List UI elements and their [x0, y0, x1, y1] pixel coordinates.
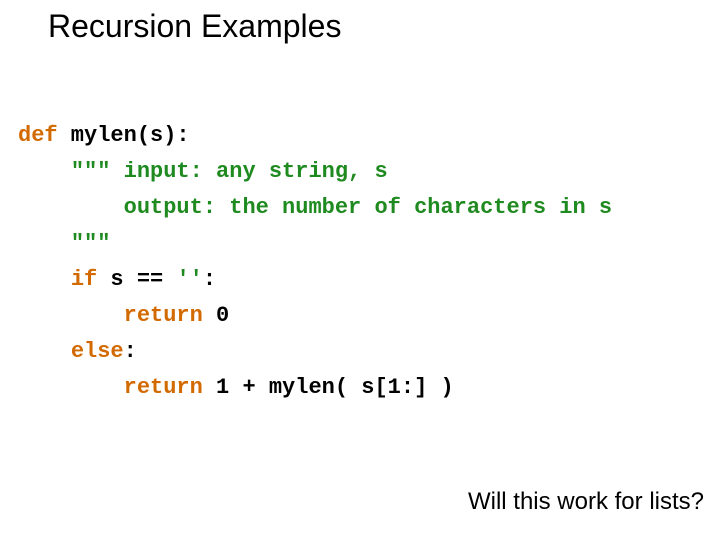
keyword-else: else	[71, 339, 124, 364]
code-indent	[18, 195, 124, 220]
string-literal: ''	[176, 267, 202, 292]
docstring-close: """	[71, 231, 111, 256]
docstring-text: input: any string, s	[110, 159, 387, 184]
code-text: :	[203, 267, 216, 292]
code-indent	[18, 375, 124, 400]
question-text: Will this work for lists?	[468, 488, 704, 516]
code-indent	[18, 339, 71, 364]
keyword-return: return	[124, 375, 203, 400]
code-indent	[18, 303, 124, 328]
docstring-text: output: the number of characters in s	[124, 195, 612, 220]
code-indent	[18, 231, 71, 256]
slide-title: Recursion Examples	[48, 8, 341, 45]
code-block: def mylen(s): """ input: any string, s o…	[18, 118, 612, 406]
code-text: :	[124, 339, 137, 364]
keyword-def: def	[18, 123, 58, 148]
code-text: 0	[203, 303, 229, 328]
slide: Recursion Examples def mylen(s): """ inp…	[0, 0, 720, 540]
code-indent	[18, 159, 71, 184]
code-text: mylen(s):	[58, 123, 190, 148]
code-text: 1 + mylen( s[1:] )	[203, 375, 454, 400]
docstring-open: """	[71, 159, 111, 184]
code-text: s ==	[97, 267, 176, 292]
keyword-if: if	[71, 267, 97, 292]
code-indent	[18, 267, 71, 292]
keyword-return: return	[124, 303, 203, 328]
